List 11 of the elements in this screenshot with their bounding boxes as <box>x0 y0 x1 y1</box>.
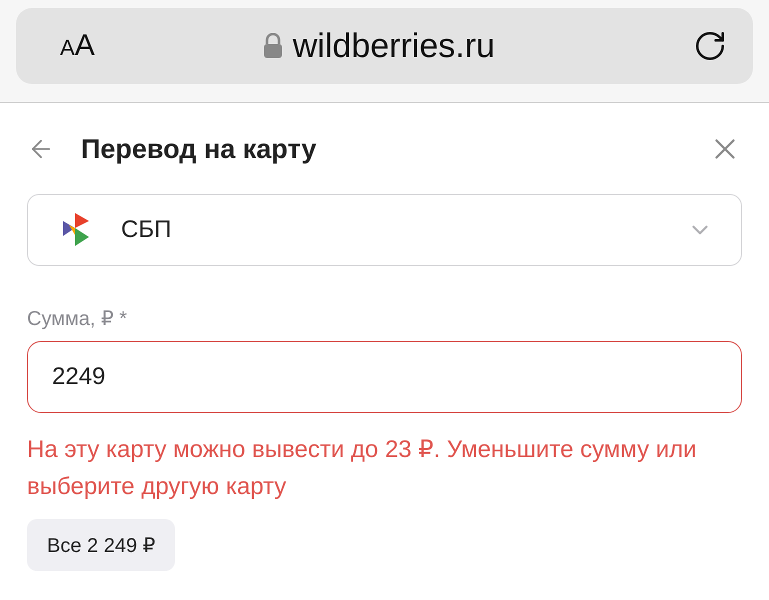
payment-method-select[interactable]: СБП <box>27 194 742 266</box>
error-message: На эту карту можно вывести до 23 ₽. Уменьшите сумму или выберите другую карту <box>27 435 698 502</box>
reload-icon[interactable] <box>693 29 727 63</box>
text-size-button[interactable]: AA <box>60 29 95 63</box>
logo-icon <box>61 211 91 249</box>
field-label: Сумма, ₽ * <box>27 307 128 331</box>
select-value: СБП <box>121 216 172 244</box>
url-text[interactable]: wildberries.ru <box>292 26 495 66</box>
page-title: Перевод на карту <box>81 134 318 164</box>
all-amount-button[interactable]: Все 2 249 ₽ <box>27 519 176 571</box>
amount-field[interactable]: 2249 <box>27 341 742 413</box>
